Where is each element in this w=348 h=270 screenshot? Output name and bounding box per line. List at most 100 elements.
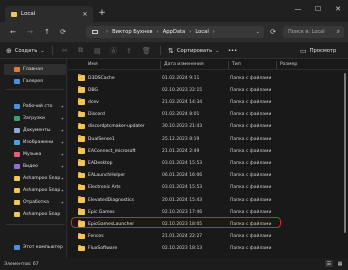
folder-icon <box>14 140 20 145</box>
folder-icon <box>78 171 85 179</box>
column-date[interactable]: Дата изменения <box>164 62 204 67</box>
file-name: D3DSCache <box>88 75 115 81</box>
file-date: 06.01.2024 16:06 <box>162 173 203 179</box>
file-name: discordptcmaker-updater <box>88 124 145 130</box>
file-row[interactable]: Discord 01.02.2024 8:01 Папка с файлами <box>72 109 342 121</box>
file-type: Папка с файлами <box>230 246 272 252</box>
file-date: 03.01.2024 15:53 <box>162 185 203 191</box>
file-row[interactable]: EAConnect_microsoft 21.01.2024 2:49 Папка … <box>72 145 342 157</box>
minimize-icon[interactable]: — <box>288 0 308 18</box>
breadcrumb-user[interactable]: Виктор Бухнев <box>112 29 153 35</box>
file-row[interactable]: Fences 21.01.2024 22:27 Папка с файлами <box>72 231 342 243</box>
breadcrumb-local[interactable]: Local <box>195 29 208 35</box>
file-name: Epic Games <box>88 209 115 215</box>
scrollbar-thumb[interactable] <box>344 73 346 233</box>
up-arrow-icon[interactable]: ↑ <box>42 27 52 37</box>
share-button[interactable]: ⇪ <box>126 45 135 56</box>
sidebar-item[interactable]: Ashampoo Snap <box>4 209 66 220</box>
column-divider[interactable] <box>276 61 277 69</box>
sidebar-item[interactable]: Рабочий сто ✦ <box>4 101 66 112</box>
pin-icon: ✦ <box>60 188 64 193</box>
delete-button[interactable]: 🗑 <box>142 45 154 56</box>
paste-button[interactable]: ▤ <box>94 45 104 56</box>
sidebar-item-label: Ashampoo Snap <box>23 212 61 217</box>
new-tab-icon[interactable]: + <box>97 8 107 18</box>
tiles-view-icon[interactable]: ▦ <box>336 260 344 267</box>
file-row[interactable]: DualSense1 25.12.2023 8:19 Папка с файлами <box>72 133 342 145</box>
close-tab-icon[interactable]: ✕ <box>81 10 89 18</box>
file-name: EALaunchHelper <box>88 173 126 179</box>
file-name: EAConnect_microsoft <box>88 148 136 154</box>
file-date: 02.10.2023 18:13 <box>162 246 203 252</box>
forward-arrow-icon[interactable]: → <box>25 27 35 37</box>
file-row[interactable]: dcev 21.02.2024 14:34 Папка с файлами <box>72 96 342 108</box>
tab-local[interactable]: Local ✕ <box>5 6 93 22</box>
maximize-icon[interactable]: ☐ <box>308 0 328 18</box>
sidebar-item[interactable]: Галерея <box>4 76 66 87</box>
refresh-address-icon[interactable]: ⟳ <box>268 27 278 37</box>
file-row[interactable]: EADesktop 03.01.2024 15:53 Папка с файлами <box>72 157 342 169</box>
sidebar-item-label: Загрузки <box>23 116 46 121</box>
sidebar-item-label: Ashampoo Snap <box>23 176 61 181</box>
create-label: Создать <box>14 47 38 54</box>
sidebar-item[interactable]: Этот компьютер <box>4 242 66 253</box>
sidebar-item-label: Отработка <box>23 200 49 205</box>
create-button[interactable]: ⊕ Создать ⌄ <box>6 45 45 56</box>
search-input[interactable]: Поиск в: Local ⌕ <box>283 26 344 38</box>
sidebar-item[interactable]: Музыка ✦ <box>4 149 66 160</box>
cut-button[interactable]: ✂ <box>62 45 71 56</box>
sidebar-item[interactable]: Ashampoo Snap ✦ <box>4 173 66 184</box>
file-row[interactable]: D3DSCache 01.02.2024 9:11 Папка с файлами <box>72 72 342 84</box>
sidebar-item-label: Документы <box>23 128 51 133</box>
file-row[interactable]: EALaunchHelper 06.01.2024 16:06 Папка с фа… <box>72 170 342 182</box>
details-view-icon[interactable]: ☰ <box>325 260 333 267</box>
file-row[interactable]: FluxSoftware 02.10.2023 18:13 Папка с файл… <box>72 243 342 255</box>
sidebar-item[interactable]: Главная <box>4 64 66 75</box>
file-row[interactable]: Electronic Arts 03.01.2024 15:53 Папка с ф… <box>72 182 342 194</box>
column-name[interactable]: Имя <box>88 62 98 67</box>
file-row[interactable]: discordptcmaker-updater 30.10.2023 21:43 П… <box>72 121 342 133</box>
pin-icon: ✦ <box>60 140 64 145</box>
column-size[interactable]: Размер <box>280 62 297 67</box>
share-icon: ⇪ <box>126 46 132 55</box>
sidebar-item[interactable]: Загрузки ✦ <box>4 113 66 124</box>
column-divider[interactable] <box>228 61 229 69</box>
folder-icon <box>14 188 20 193</box>
address-bar[interactable]: › Виктор Бухнев › AppData › Local › ⌄ <box>86 26 264 38</box>
vertical-scrollbar[interactable] <box>344 71 346 256</box>
file-row[interactable]: ElevatedDiagnostics 20.01.2024 15:43 Папка… <box>72 194 342 206</box>
refresh-icon[interactable]: ⟳ <box>58 27 68 37</box>
sidebar-item-label: Этот компьютер <box>23 245 63 250</box>
folder-icon <box>78 244 85 252</box>
sidebar-item[interactable]: Отработка ✦ <box>4 197 66 208</box>
file-list: Имя Дата изменения Тип Размер D3DSCache 0… <box>68 59 348 258</box>
folder-icon <box>14 104 20 109</box>
more-options-button[interactable]: ••• <box>228 45 237 56</box>
sidebar-item-label: Видео <box>23 164 38 169</box>
folder-icon <box>78 86 85 93</box>
column-divider[interactable] <box>160 61 161 69</box>
breadcrumb-appdata[interactable]: AppData <box>163 29 186 35</box>
trash-icon: 🗑 <box>142 46 151 55</box>
sidebar-item[interactable]: Ashampoo Snap ✦ <box>4 185 66 196</box>
preview-button[interactable]: ▭ Просмотр <box>300 45 336 56</box>
sort-button[interactable]: ⇅ Сортировать ⌄ <box>168 45 220 56</box>
sidebar-item[interactable]: Видео ✦ <box>4 161 66 172</box>
sidebar-item-label: Музыка <box>23 152 42 157</box>
rename-button[interactable]: Ⓐ <box>110 45 120 56</box>
folder-icon <box>14 200 20 205</box>
column-header: Имя Дата изменения Тип Размер <box>68 59 348 70</box>
pin-icon: ✦ <box>60 152 64 157</box>
file-row[interactable]: DBG 02.10.2023 22:15 Папка с файлами <box>72 84 342 96</box>
sidebar-item[interactable]: Изображени ✦ <box>4 137 66 148</box>
file-name: dcev <box>88 99 99 105</box>
back-arrow-icon[interactable]: ← <box>8 27 18 37</box>
chevron-down-icon[interactable]: ⌄ <box>256 29 260 35</box>
column-type[interactable]: Тип <box>232 62 241 67</box>
sidebar-item[interactable]: Документы ✦ <box>4 125 66 136</box>
close-window-icon[interactable]: ✕ <box>328 0 348 18</box>
file-type: Папка с файлами <box>230 197 272 203</box>
copy-button[interactable]: ⧉ <box>78 45 86 56</box>
folder-icon <box>78 147 85 154</box>
file-type: Папка с файлами <box>230 124 272 130</box>
